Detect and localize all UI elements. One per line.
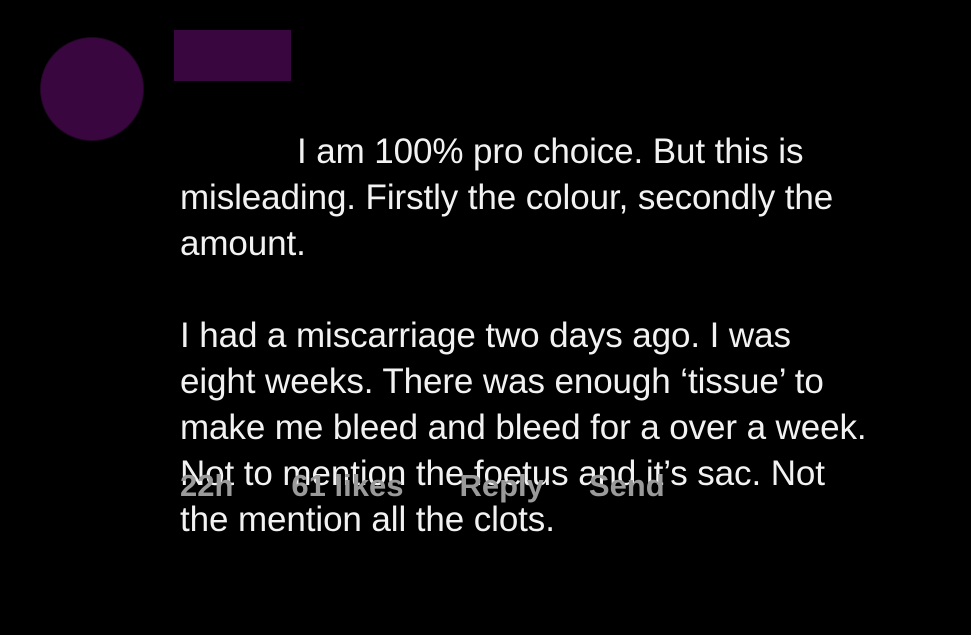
comment-timestamp: 22h (180, 468, 234, 503)
comment: I am 100% pro choice. But this is mislead… (0, 0, 971, 539)
send-button[interactable]: Send (589, 468, 665, 504)
likes-count-button[interactable]: 61 likes (291, 468, 403, 504)
comment-paragraph-1: misleading. Firstly the colour, secondly… (180, 178, 834, 263)
comment-first-line: I am 100% pro choice. But this is (297, 132, 804, 171)
reply-button[interactable]: Reply (459, 468, 543, 504)
comment-meta: 22h 61 likes Reply Send (180, 466, 665, 506)
avatar[interactable] (41, 38, 143, 140)
comment-paragraph-2: I had a miscarriage two days ago. I was … (180, 316, 867, 539)
comment-body: I am 100% pro choice. But this is mislead… (180, 37, 960, 635)
